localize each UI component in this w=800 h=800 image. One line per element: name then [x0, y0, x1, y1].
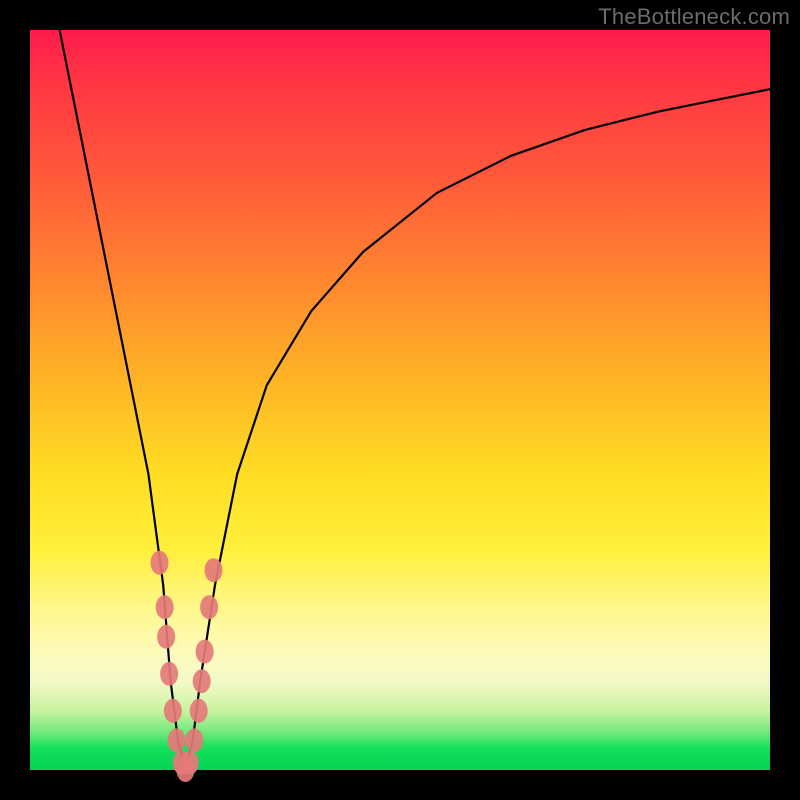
highlight-dots — [151, 551, 223, 782]
watermark-text: TheBottleneck.com — [598, 4, 790, 30]
plot-area — [30, 30, 770, 770]
chart-frame: TheBottleneck.com — [0, 0, 800, 800]
curve-svg — [30, 30, 770, 770]
bottleneck-curve — [60, 30, 770, 770]
